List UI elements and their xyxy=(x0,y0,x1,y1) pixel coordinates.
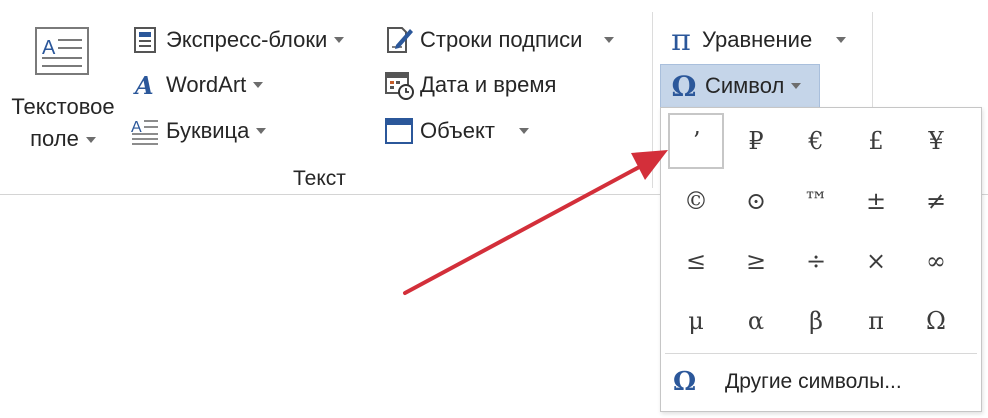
text-box-label-line2-text: поле xyxy=(30,126,79,151)
svg-text:A: A xyxy=(42,37,56,59)
chevron-down-icon xyxy=(791,83,802,89)
chevron-down-icon xyxy=(518,128,529,134)
text-box-button[interactable]: A Текстовое поле xyxy=(4,18,122,158)
object-button[interactable]: Объект xyxy=(384,114,529,148)
more-symbols-label: Другие символы... xyxy=(725,370,902,393)
symbol-cell[interactable]: π xyxy=(848,293,904,349)
signature-line-icon xyxy=(384,25,414,55)
equation-button[interactable]: π Уравнение xyxy=(666,22,847,58)
drop-cap-button[interactable]: A Буквица xyxy=(130,114,267,148)
drop-cap-label: Буквица xyxy=(166,118,250,143)
chevron-down-icon xyxy=(85,137,96,144)
svg-text:A: A xyxy=(133,71,154,99)
symbol-cell[interactable]: Ω xyxy=(908,293,964,349)
chevron-down-icon xyxy=(256,128,267,134)
symbol-cell[interactable]: © xyxy=(668,173,724,229)
group-separator xyxy=(652,12,653,188)
symbol-cell[interactable]: β xyxy=(788,293,844,349)
omega-icon: Ω xyxy=(671,69,697,103)
object-icon xyxy=(384,116,414,146)
symbol-cell[interactable]: ₽ xyxy=(728,113,784,169)
wordart-button[interactable]: A WordArt xyxy=(130,68,264,102)
symbol-cell[interactable]: × xyxy=(848,233,904,289)
symbol-cell[interactable]: ∞ xyxy=(908,233,964,289)
object-label: Объект xyxy=(420,118,495,143)
wordart-label: WordArt xyxy=(166,72,247,97)
symbol-cell[interactable]: ™ xyxy=(788,173,844,229)
symbol-cell[interactable]: ʼ xyxy=(668,113,724,169)
symbol-cell[interactable]: ≤ xyxy=(668,233,724,289)
text-box-label-line1: Текстовое xyxy=(11,94,115,119)
text-box-label-line2: поле xyxy=(4,124,122,154)
calendar-clock-icon xyxy=(384,70,414,100)
dropdown-divider xyxy=(665,353,977,354)
more-symbols-button[interactable]: Ω Другие символы... xyxy=(673,364,902,400)
equation-label: Уравнение xyxy=(702,27,813,52)
signature-line-label: Строки подписи xyxy=(420,27,583,52)
quick-parts-button[interactable]: Экспресс-блоки xyxy=(130,23,345,57)
chevron-down-icon xyxy=(334,37,345,43)
symbol-cell[interactable]: ≥ xyxy=(728,233,784,289)
quick-parts-icon xyxy=(130,25,160,55)
chevron-down-icon xyxy=(604,37,615,43)
quick-parts-label: Экспресс-блоки xyxy=(166,27,328,52)
chevron-down-icon xyxy=(836,37,847,43)
symbol-label: Символ xyxy=(705,73,785,98)
symbol-cell[interactable]: ≠ xyxy=(908,173,964,229)
symbol-cell[interactable]: € xyxy=(788,113,844,169)
symbol-cell[interactable]: ¥ xyxy=(908,113,964,169)
text-box-icon: A xyxy=(34,26,90,76)
date-time-label: Дата и время xyxy=(420,72,557,97)
signature-line-button[interactable]: Строки подписи xyxy=(384,23,615,57)
symbol-cell[interactable]: £ xyxy=(848,113,904,169)
wordart-icon: A xyxy=(130,70,160,100)
chevron-down-icon xyxy=(253,82,264,88)
pi-icon: π xyxy=(671,22,691,58)
symbol-cell[interactable]: ⊙ xyxy=(728,173,784,229)
symbol-cell[interactable]: ÷ xyxy=(788,233,844,289)
symbol-gallery-dropdown: ʼ ₽ € £ ¥ © ⊙ ™ ± ≠ ≤ ≥ ÷ × ∞ μ α β π Ω Ω Другие символы... xyxy=(660,107,982,412)
omega-icon: Ω xyxy=(673,367,697,397)
drop-cap-icon: A xyxy=(130,116,160,146)
symbol-button[interactable]: Ω Символ xyxy=(660,64,820,108)
symbol-cell[interactable]: α xyxy=(728,293,784,349)
symbol-cell[interactable]: μ xyxy=(668,293,724,349)
date-time-button[interactable]: Дата и время xyxy=(384,68,556,102)
symbol-cell[interactable]: ± xyxy=(848,173,904,229)
group-label-text: Текст xyxy=(293,167,346,190)
